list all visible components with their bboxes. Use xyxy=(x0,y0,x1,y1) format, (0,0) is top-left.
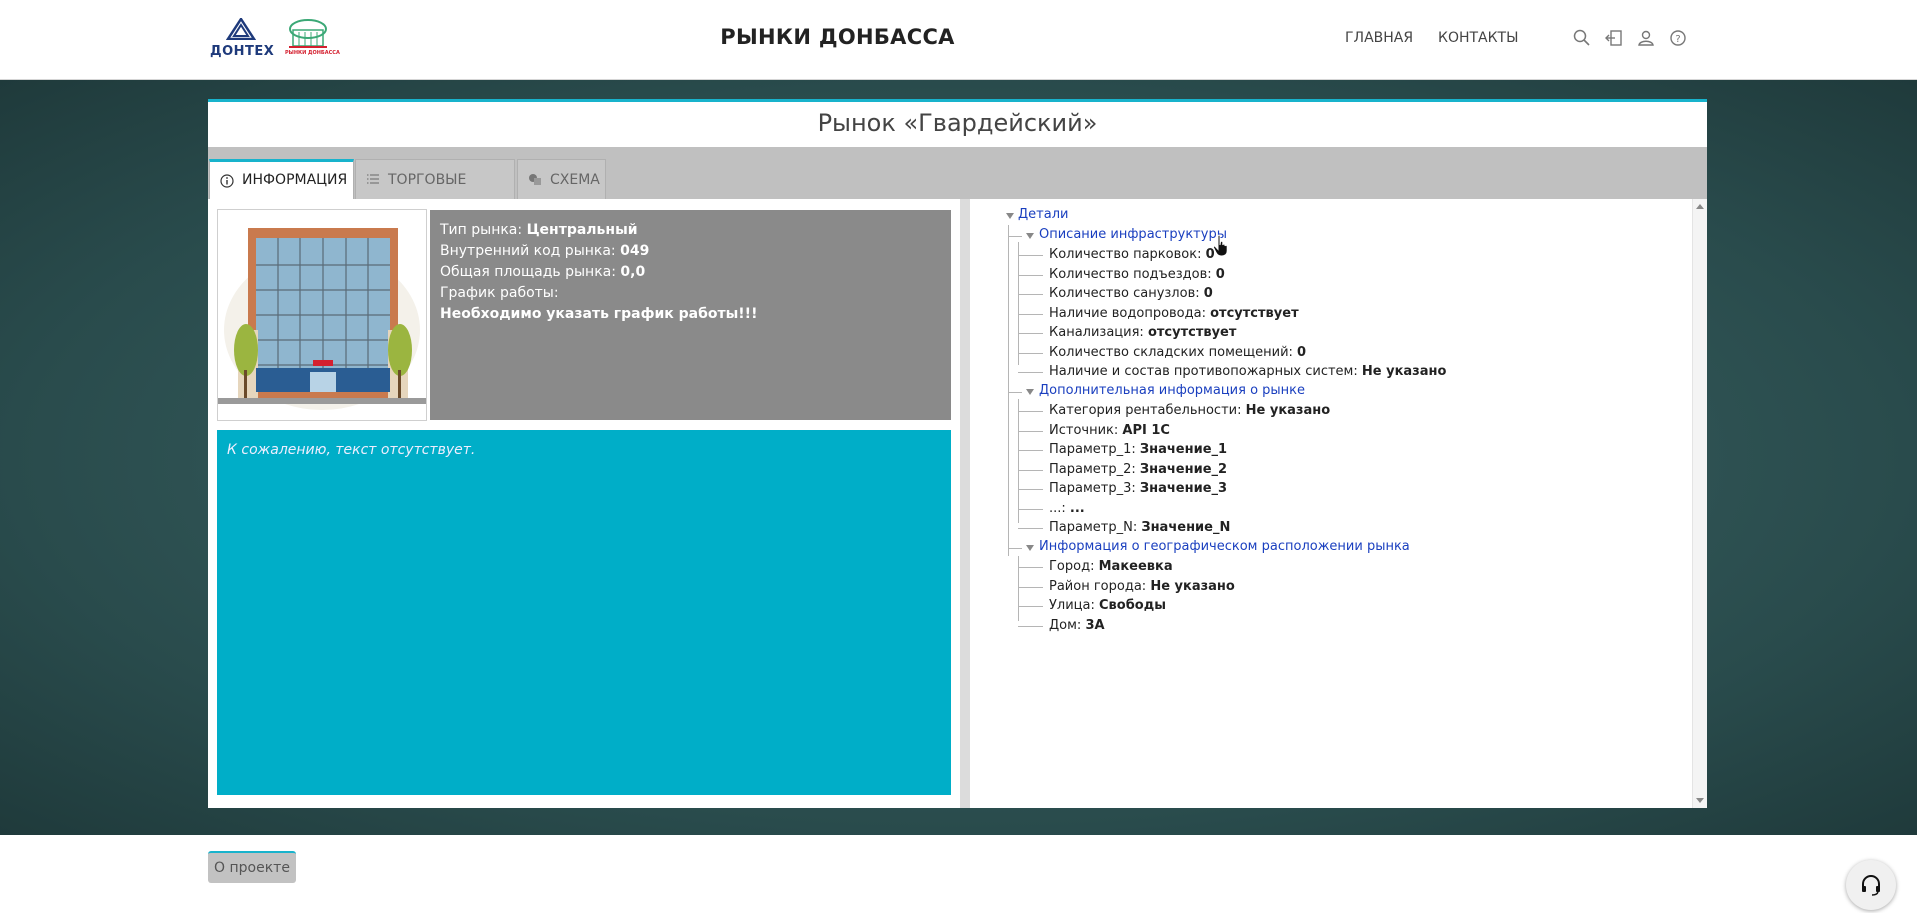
tree-group-geo[interactable]: Информация о географическом расположении… xyxy=(1039,538,1410,556)
tab-information-label: ИНФОРМАЦИЯ xyxy=(242,172,348,188)
search-icon[interactable] xyxy=(1572,28,1592,48)
list-icon xyxy=(366,160,382,198)
rynki-logo-text: РЫНКИ ДОНБАССА xyxy=(285,50,340,56)
tree-item: Количество складских помещений: 0 xyxy=(1049,345,1307,360)
market-summary: Тип рынка: Центральный Внутренний код ры… xyxy=(430,210,951,420)
tree-root-details[interactable]: Детали xyxy=(1018,206,1068,224)
dontex-logo[interactable]: ДОНТЕХ xyxy=(210,18,276,59)
market-area-label: Общая площадь рынка: xyxy=(440,264,616,280)
tree-item: Район города: Не указано xyxy=(1049,579,1235,594)
login-icon[interactable] xyxy=(1604,28,1624,48)
expand-arrow-icon[interactable] xyxy=(1026,389,1034,395)
market-panel: Рынок «Гвардейский» ИНФОРМАЦИЯ ТОРГОВЫЕ … xyxy=(208,99,1707,808)
tree-group-infrastructure[interactable]: Описание инфраструктуры xyxy=(1039,226,1227,244)
market-description: К сожалению, текст отсутствует. xyxy=(217,430,951,795)
market-code-line: Внутренний код рынка: 049 xyxy=(440,241,941,262)
tab-scheme-label: СХЕМА xyxy=(550,172,600,188)
svg-text:?: ? xyxy=(1675,34,1680,45)
market-area-line: Общая площадь рынка: 0,0 xyxy=(440,262,941,283)
tree-item: Параметр_2: Значение_2 xyxy=(1049,462,1228,477)
tree-item: Параметр_1: Значение_1 xyxy=(1049,442,1228,457)
info-icon xyxy=(220,162,236,200)
user-icon[interactable] xyxy=(1636,28,1656,48)
dontex-logo-text: ДОНТЕХ xyxy=(210,44,275,59)
tree-item: Источник: API 1C xyxy=(1049,423,1170,438)
expand-arrow-icon[interactable] xyxy=(1006,213,1014,219)
tree-group-extra[interactable]: Дополнительная информация о рынке xyxy=(1039,382,1305,400)
market-type-value: Центральный xyxy=(526,222,638,238)
tab-information[interactable]: ИНФОРМАЦИЯ xyxy=(209,159,354,201)
tree-item: Наличие водопровода: отсутствует xyxy=(1049,306,1299,321)
tree-item: Наличие и состав противопожарных систем:… xyxy=(1049,364,1447,379)
tree-item: Дом: 3А xyxy=(1049,618,1105,633)
scroll-down-icon[interactable] xyxy=(1696,798,1704,803)
tree-item: Параметр_3: Значение_3 xyxy=(1049,481,1228,496)
tree-item: ...: ... xyxy=(1049,501,1085,516)
scroll-up-icon[interactable] xyxy=(1696,204,1704,209)
market-code-label: Внутренний код рынка: xyxy=(440,243,616,259)
header: ДОНТЕХ РЫНКИ ДОНБАССА РЫНКИ ДОНБАССА ГЛА… xyxy=(0,0,1917,80)
panel-divider[interactable] xyxy=(960,199,970,808)
details-scrollbar[interactable] xyxy=(1692,199,1707,808)
tab-bar: ИНФОРМАЦИЯ ТОРГОВЫЕ МЕСТА СХЕМА xyxy=(208,147,1707,228)
market-code-value: 049 xyxy=(620,243,650,259)
hand-cursor-icon xyxy=(1212,234,1232,262)
market-title: Рынок «Гвардейский» xyxy=(817,109,1098,137)
tree-item: Канализация: отсутствует xyxy=(1049,325,1237,340)
expand-arrow-icon[interactable] xyxy=(1026,545,1034,551)
tree-item: Город: Макеевка xyxy=(1049,559,1173,574)
expand-arrow-icon[interactable] xyxy=(1026,233,1034,239)
tab-trading-places[interactable]: ТОРГОВЫЕ МЕСТА xyxy=(355,159,515,228)
tree-item: Категория рентабельности: Не указано xyxy=(1049,403,1331,418)
tree-item: Количество санузлов: 0 xyxy=(1049,286,1213,301)
market-type-line: Тип рынка: Центральный xyxy=(440,220,941,241)
scheme-icon xyxy=(528,160,544,198)
tree-item: Улица: Свободы xyxy=(1049,598,1166,613)
tree-item: Количество подъездов: 0 xyxy=(1049,267,1225,282)
schedule-warning: Необходимо указать график работы!!! xyxy=(440,306,758,322)
market-schedule-value: Необходимо указать график работы!!! xyxy=(440,304,941,325)
headset-icon[interactable] xyxy=(1846,860,1896,910)
nav-home-link[interactable]: ГЛАВНАЯ xyxy=(1345,30,1413,46)
market-type-label: Тип рынка: xyxy=(440,222,523,238)
details-panel: Детали Описание инфраструктуры Количеств… xyxy=(970,199,1707,808)
tree-item: Параметр_N: Значение_N xyxy=(1049,520,1231,535)
description-text: К сожалению, текст отсутствует. xyxy=(227,442,476,458)
nav-contacts-link[interactable]: КОНТАКТЫ xyxy=(1438,30,1518,46)
market-schedule-label: График работы: xyxy=(440,285,559,301)
rynki-logo[interactable]: РЫНКИ ДОНБАССА xyxy=(285,18,340,60)
help-icon[interactable]: ? xyxy=(1668,28,1688,48)
info-panel: Тип рынка: Центральный Внутренний код ры… xyxy=(208,199,960,808)
about-project-button[interactable]: О проекте xyxy=(208,851,296,883)
market-photo xyxy=(217,209,427,421)
site-title: РЫНКИ ДОНБАССА xyxy=(720,25,955,49)
tree-item: Количество парковок: 0 xyxy=(1049,247,1215,262)
tab-scheme[interactable]: СХЕМА xyxy=(517,159,606,201)
market-area-value: 0,0 xyxy=(620,264,646,280)
